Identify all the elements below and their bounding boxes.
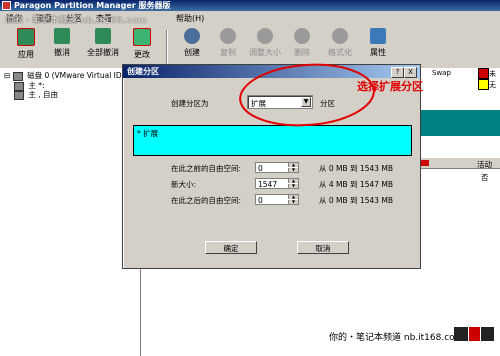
resize-button[interactable]: 调整大小	[244, 28, 286, 58]
undo-all-button[interactable]: 全部撤消	[82, 28, 124, 58]
free-after-label: 在此之后的自由空间:	[171, 196, 242, 205]
free-after-spinbox[interactable]: 0 ▲ ▼	[255, 194, 299, 205]
new-size-value: 1547	[258, 180, 278, 189]
free-before-label: 在此之前的自由空间:	[171, 164, 242, 173]
toolbar-separator	[166, 30, 168, 64]
cell-active-value: 否	[481, 173, 489, 182]
undo-label: 撤消	[54, 48, 70, 57]
properties-icon	[370, 28, 386, 44]
apply-icon	[17, 28, 35, 46]
change-label: 更改	[134, 50, 150, 59]
spin-down-icon[interactable]: ▼	[288, 184, 298, 188]
create-icon	[184, 28, 200, 44]
undo-icon	[54, 28, 70, 44]
properties-label: 属性	[370, 48, 386, 57]
menu-item-help[interactable]: 帮助(H)	[176, 13, 204, 24]
help-button[interactable]: ?	[391, 67, 404, 78]
legend-swatch-none	[478, 79, 489, 90]
undo-all-icon	[95, 28, 111, 44]
site-logo-icon	[454, 327, 494, 341]
tree-item-label: 磁盘 0 (VMware Virtual IDE H	[27, 71, 135, 80]
free-before-spinbox[interactable]: 0 ▲ ▼	[255, 162, 299, 173]
free-before-value: 0	[258, 164, 263, 173]
annotation-ellipse	[239, 63, 375, 127]
free-after-value: 0	[258, 196, 263, 205]
close-button[interactable]: X	[404, 67, 417, 78]
tree-item-label: 主 , 自由	[28, 90, 59, 99]
legend-label-1: 未	[489, 70, 496, 78]
resize-icon	[257, 28, 273, 44]
undo-all-label: 全部撤消	[87, 48, 119, 57]
column-header-active[interactable]: 活动	[477, 159, 492, 170]
spin-down-icon[interactable]: ▼	[288, 168, 298, 172]
copy-button[interactable]: 复制	[210, 28, 246, 58]
resize-label: 调整大小	[249, 48, 281, 57]
app-title: Paragon Partition Manager 服务器版	[14, 1, 171, 10]
spin-down-icon[interactable]: ▼	[288, 200, 298, 204]
legend-label-2: 无	[489, 81, 496, 89]
apply-button[interactable]: 应用	[8, 28, 44, 60]
dialog-title: 创建分区	[127, 67, 159, 76]
app-icon	[2, 1, 11, 10]
ok-button[interactable]: 确定	[205, 241, 257, 254]
watermark-bottom: 你的・笔记本频道 nb.it168.com	[329, 333, 464, 343]
change-button[interactable]: 更改	[124, 28, 160, 60]
free-after-range: 从 0 MB 到 1543 MB	[319, 196, 394, 205]
partition-preview-label: * 扩展	[137, 129, 159, 138]
partition-map-bar[interactable]	[420, 110, 500, 136]
free-before-range: 从 0 MB 到 1543 MB	[319, 164, 394, 173]
change-icon	[133, 28, 151, 46]
delete-button[interactable]: 删除	[284, 28, 320, 58]
format-icon	[332, 28, 348, 44]
delete-icon	[294, 28, 310, 44]
undo-button[interactable]: 撤消	[44, 28, 80, 58]
tree-item-free[interactable]: 主 , 自由	[14, 89, 58, 100]
annotation-text: 选择扩展分区	[357, 80, 423, 93]
format-button[interactable]: 格式化	[322, 28, 358, 58]
delete-label: 删除	[294, 48, 310, 57]
new-size-spinbox[interactable]: 1547 ▲ ▼	[255, 178, 299, 189]
partition-table: 活动 否	[419, 158, 500, 184]
create-label: 创建	[184, 48, 200, 57]
cancel-button[interactable]: 取消	[297, 241, 349, 254]
new-size-label: 新大小:	[171, 180, 197, 189]
create-button[interactable]: 创建	[174, 28, 210, 58]
disk-tree: ⊟ 磁盘 0 (VMware Virtual IDE H 主 *: 主 , 自由	[0, 68, 141, 356]
copy-label: 复制	[220, 48, 236, 57]
format-label: 格式化	[328, 48, 352, 57]
properties-button[interactable]: 属性	[360, 28, 396, 58]
expand-icon[interactable]: ⊟	[4, 71, 10, 80]
app-title-bar: Paragon Partition Manager 服务器版	[0, 0, 500, 11]
legend-swap-label: Swap	[432, 69, 451, 77]
apply-label: 应用	[18, 50, 34, 59]
copy-icon	[220, 28, 236, 44]
create-as-label: 创建分区为	[171, 99, 209, 108]
new-size-range: 从 4 MB 到 1547 MB	[319, 180, 394, 189]
legend-swatch-unallocated	[478, 68, 489, 79]
partition-icon	[14, 90, 24, 100]
